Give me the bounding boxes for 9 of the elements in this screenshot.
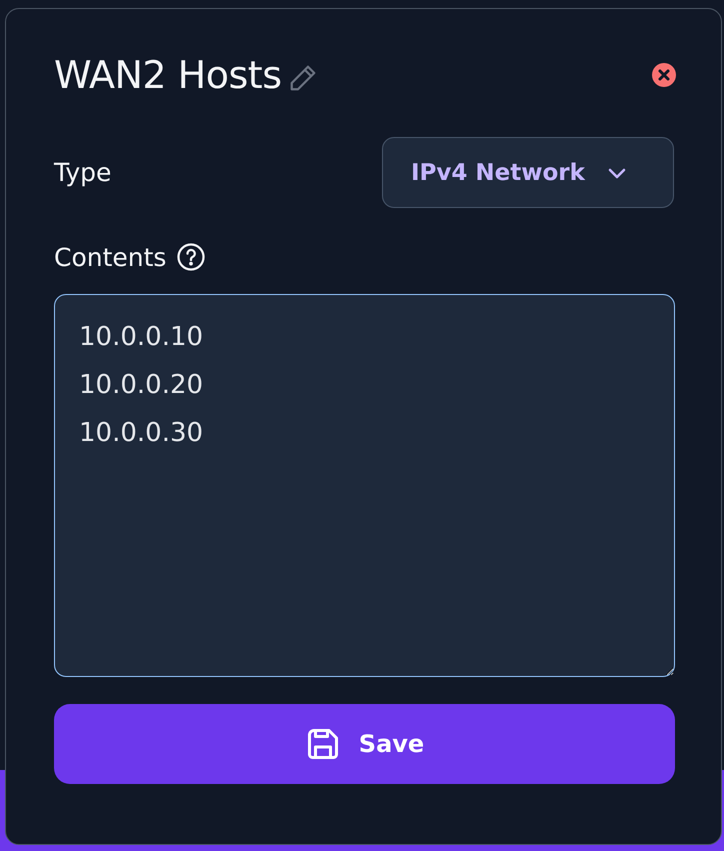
pencil-icon[interactable] <box>288 63 318 93</box>
save-button[interactable]: Save <box>54 704 675 784</box>
contents-field[interactable]: 10.0.0.10 10.0.0.20 10.0.0.30 <box>54 294 675 677</box>
close-icon[interactable] <box>652 63 676 87</box>
dialog-title: WAN2 Hosts <box>54 53 282 97</box>
type-dropdown[interactable]: IPv4 Network <box>382 137 674 208</box>
contents-label: Contents <box>54 242 166 272</box>
type-label: Type <box>54 158 112 187</box>
help-icon[interactable] <box>176 242 206 272</box>
